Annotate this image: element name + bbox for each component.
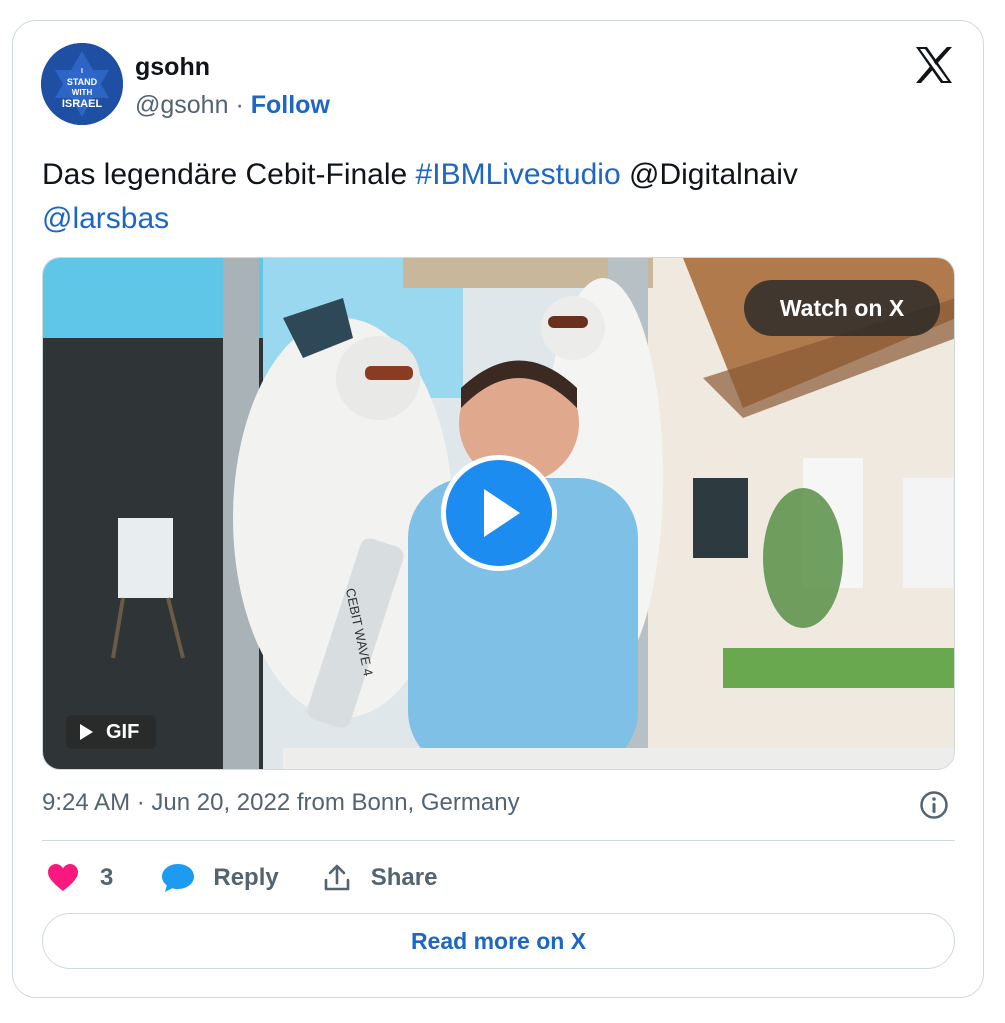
avatar-text-4: ISRAEL (62, 98, 103, 110)
x-logo-icon[interactable] (914, 46, 954, 84)
author-handle-row: @gsohn · Follow (135, 91, 330, 120)
author-name[interactable]: gsohn (135, 53, 210, 82)
gif-play-icon (80, 724, 93, 740)
mention-link-digitalnaiv[interactable]: @Digitalnaiv (629, 158, 798, 191)
info-icon[interactable] (919, 790, 949, 820)
gif-label: GIF (106, 720, 140, 743)
heart-icon (48, 864, 78, 891)
separator-dot: · (235, 91, 244, 119)
avatar-text-3: WITH (72, 88, 93, 97)
reply-bubble-icon (162, 864, 195, 892)
tweet-text: Das legendäre Cebit-Finale #IBMLivestudi… (42, 153, 942, 241)
like-button[interactable]: 3 (48, 864, 113, 892)
tweet-text-plain: Das legendäre Cebit-Finale (42, 158, 408, 191)
mention-link-larsbas[interactable]: @larsbas (42, 202, 169, 235)
watch-on-x-button[interactable]: Watch on X (744, 280, 940, 336)
gif-badge: GIF (66, 715, 156, 749)
author-handle[interactable]: @gsohn (135, 91, 229, 119)
avatar-text-1: I (81, 68, 83, 75)
reply-label: Reply (213, 864, 279, 891)
action-bar: 3 Reply Share (48, 860, 437, 896)
avatar[interactable]: I STAND WITH ISRAEL (41, 43, 123, 125)
avatar-star-of-david: I STAND WITH ISRAEL (41, 43, 123, 125)
follow-button[interactable]: Follow (251, 91, 330, 119)
like-count: 3 (100, 864, 114, 891)
share-button[interactable]: Share (323, 864, 438, 892)
share-icon (324, 864, 350, 891)
share-label: Share (370, 864, 438, 891)
hashtag-link[interactable]: #IBMLivestudio (416, 158, 621, 191)
play-button[interactable] (441, 455, 557, 571)
reply-button[interactable]: Reply (161, 863, 279, 893)
read-more-button[interactable]: Read more on X (42, 913, 955, 969)
avatar-text-2: STAND (67, 77, 98, 87)
play-icon (484, 489, 520, 537)
divider (42, 840, 955, 841)
tweet-timestamp[interactable]: 9:24 AM · Jun 20, 2022 from Bonn, German… (42, 789, 520, 817)
